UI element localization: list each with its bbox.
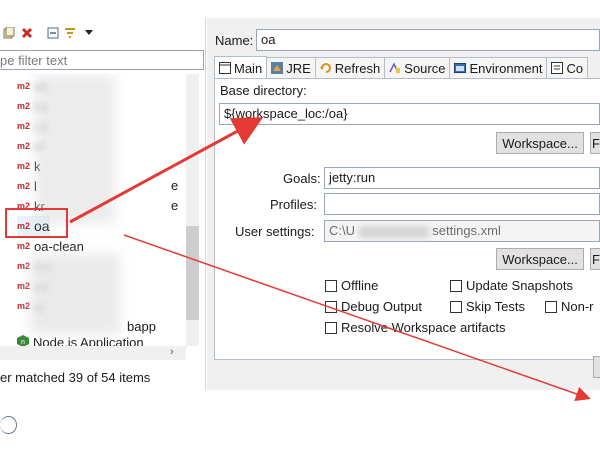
annotation-arrows (69, 117, 591, 402)
annotation-arrow-to-run-button (123, 234, 591, 402)
annotation-arrow-to-base-directory (69, 117, 264, 224)
